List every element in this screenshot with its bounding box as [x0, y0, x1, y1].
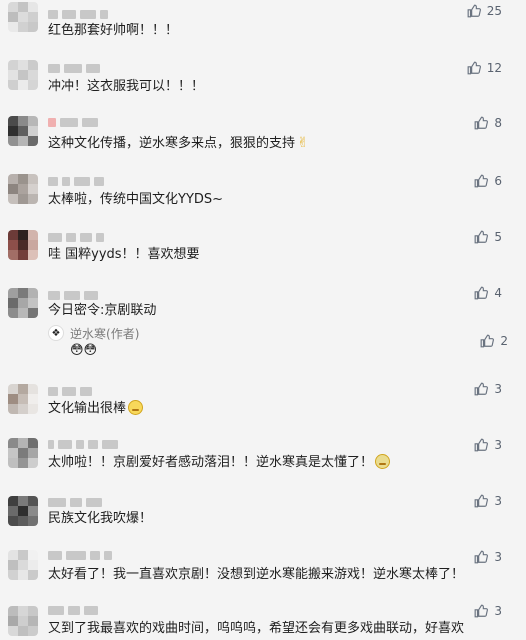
- comment-text: 文化输出很棒: [48, 400, 144, 418]
- username-blurred: [48, 291, 98, 300]
- username-blurred: [48, 233, 104, 242]
- comment-text: 又到了我最喜欢的戏曲时间，呜呜呜，希望还会有更多戏曲联动，好喜欢: [48, 621, 465, 636]
- username-blurred: [48, 440, 118, 449]
- comment-text: 冲冲！这衣服我可以！！！: [48, 79, 205, 94]
- like-count: 4: [494, 286, 502, 300]
- avatar[interactable]: [8, 438, 38, 468]
- thumb-up-icon: [474, 116, 489, 130]
- avatar[interactable]: [8, 230, 38, 260]
- like-button[interactable]: 25: [467, 4, 502, 18]
- comment-text: 太棒啦，传统中国文化YYDS~: [48, 192, 224, 207]
- like-button[interactable]: 5: [474, 230, 502, 244]
- avatar[interactable]: [8, 384, 38, 414]
- like-button[interactable]: 3: [474, 550, 502, 564]
- author-reply: ❖ 逆水寒(作者) 😳😳 2: [48, 325, 508, 365]
- victory-hand-emoji: ✌: [297, 135, 309, 151]
- thumb-up-icon: [467, 4, 481, 18]
- comment-text: 红色那套好帅啊！！！: [48, 23, 179, 38]
- username-blurred: [48, 118, 98, 127]
- author-name: 逆水寒(作者): [70, 327, 140, 341]
- comment-text: 民族文化我吹爆！: [48, 511, 153, 526]
- username-blurred: [48, 177, 104, 186]
- thumb-up-icon: [467, 61, 481, 75]
- thumb-up-icon: [474, 438, 489, 452]
- thumb-up-icon: [474, 230, 489, 244]
- comment-text: 今日密令:京剧联动: [48, 303, 157, 318]
- comment-text: 哇 国粹yyds！！喜欢想要: [48, 247, 200, 262]
- avatar[interactable]: [8, 2, 38, 32]
- thumb-up-icon: [474, 382, 489, 396]
- like-button[interactable]: 3: [474, 438, 502, 452]
- avatar[interactable]: [8, 496, 38, 526]
- username-blurred: [48, 606, 98, 615]
- author-avatar-icon[interactable]: ❖: [48, 325, 64, 341]
- avatar[interactable]: [8, 288, 38, 318]
- crying-emoji: [375, 454, 391, 469]
- like-count: 3: [494, 438, 502, 452]
- comment-text: 这种文化传播，逆水寒多来点，狠狠的支持 ✌: [48, 135, 309, 151]
- like-button[interactable]: 8: [474, 116, 502, 130]
- thumb-up-icon: [474, 494, 489, 508]
- avatar[interactable]: [8, 116, 38, 146]
- like-button[interactable]: 3: [474, 604, 502, 618]
- like-count: 5: [494, 230, 502, 244]
- avatar[interactable]: [8, 60, 38, 90]
- thumb-up-icon: [474, 174, 489, 188]
- like-button[interactable]: 2: [480, 334, 508, 348]
- avatar[interactable]: [8, 550, 38, 580]
- like-count: 3: [494, 382, 502, 396]
- like-count: 2: [500, 334, 508, 348]
- like-count: 6: [494, 174, 502, 188]
- like-count: 3: [494, 604, 502, 618]
- like-button[interactable]: 4: [474, 286, 502, 300]
- like-button[interactable]: 12: [467, 61, 502, 75]
- thumb-up-icon: [474, 286, 489, 300]
- username-blurred: [48, 64, 100, 73]
- like-count: 12: [486, 61, 502, 75]
- thumb-up-icon: [474, 604, 489, 618]
- thumb-up-icon: [480, 334, 495, 348]
- like-button[interactable]: 6: [474, 174, 502, 188]
- reply-emoji: 😳😳: [70, 343, 98, 358]
- comment-text: 太帅啦！！京剧爱好者感动落泪！！逆水寒真是太懂了！: [48, 454, 391, 472]
- like-count: 3: [494, 494, 502, 508]
- smile-emoji: [128, 400, 144, 415]
- username-blurred: [48, 551, 112, 560]
- like-count: 25: [486, 4, 502, 18]
- like-count: 8: [494, 116, 502, 130]
- like-button[interactable]: 3: [474, 382, 502, 396]
- thumb-up-icon: [474, 550, 489, 564]
- like-count: 3: [494, 550, 502, 564]
- username-blurred: [48, 10, 108, 19]
- avatar[interactable]: [8, 174, 38, 204]
- comment-text: 太好看了！我一直喜欢京剧！没想到逆水寒能搬来游戏！逆水寒太棒了！: [48, 567, 465, 582]
- like-button[interactable]: 3: [474, 494, 502, 508]
- username-blurred: [48, 498, 102, 507]
- avatar[interactable]: [8, 606, 38, 636]
- username-blurred: [48, 387, 92, 396]
